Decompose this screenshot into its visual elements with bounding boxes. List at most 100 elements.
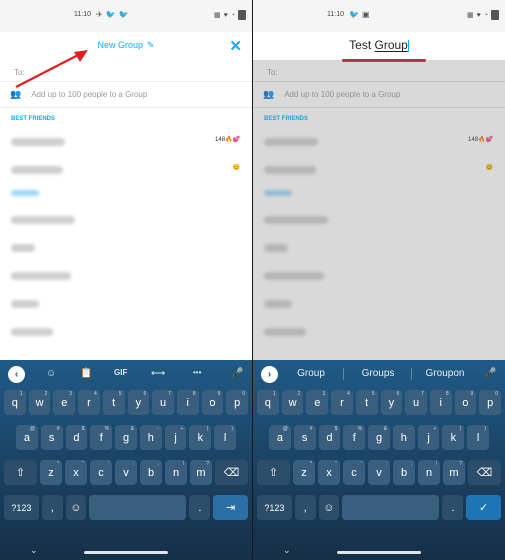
key-s[interactable]: s #	[40, 425, 63, 450]
key-u[interactable]: u7	[405, 390, 427, 415]
mic-icon[interactable]: 🎤	[231, 368, 243, 379]
key-x[interactable]: x "	[65, 460, 87, 485]
list-item[interactable]	[0, 206, 252, 234]
key-l[interactable]: l)	[467, 425, 490, 450]
period-key[interactable]: .	[189, 495, 211, 520]
key-s[interactable]: s #	[293, 425, 316, 450]
key-p[interactable]: p0	[479, 390, 502, 415]
chevron-left-icon[interactable]: ‹	[8, 366, 25, 383]
key-o[interactable]: o9	[454, 390, 477, 415]
done-key[interactable]: ✓	[466, 495, 501, 520]
key-r[interactable]: r4	[78, 390, 100, 415]
key-l[interactable]: l)	[214, 425, 237, 450]
chevron-down-icon[interactable]: ⌄	[283, 545, 291, 556]
list-item[interactable]: 148🔥💕	[253, 128, 505, 156]
key-a[interactable]: a @	[16, 425, 38, 450]
suggestion-1[interactable]: Group	[281, 368, 341, 379]
period-key[interactable]: .	[442, 495, 464, 520]
more-icon[interactable]: •••	[193, 368, 201, 377]
suggestion-2[interactable]: Groups	[348, 368, 408, 379]
list-item[interactable]	[0, 290, 252, 318]
key-a[interactable]: a @	[269, 425, 291, 450]
key-b[interactable]: b;	[140, 460, 162, 485]
key-i[interactable]: i8	[176, 390, 199, 415]
key-k[interactable]: k(	[442, 425, 465, 450]
chevron-right-icon[interactable]: ›	[261, 366, 278, 383]
key-c[interactable]: c '	[90, 460, 112, 485]
sticker-icon[interactable]: ☺	[46, 368, 56, 379]
key-q[interactable]: q1	[4, 390, 26, 415]
home-handle[interactable]	[84, 551, 168, 554]
key-g[interactable]: g &	[368, 425, 390, 450]
list-item[interactable]: 😊	[0, 156, 252, 184]
key-t[interactable]: t5	[355, 390, 378, 415]
pencil-icon[interactable]: ✎	[147, 40, 155, 51]
key-w[interactable]: w2	[281, 390, 304, 415]
translate-icon[interactable]: ⟷	[151, 368, 165, 379]
key-c[interactable]: c '	[343, 460, 365, 485]
gif-button[interactable]: GIF	[114, 368, 127, 377]
key-v[interactable]: v:	[368, 460, 390, 485]
key-e[interactable]: e3	[53, 390, 76, 415]
key-n[interactable]: n!	[165, 460, 187, 485]
tab-next-key[interactable]: ⇥	[213, 495, 248, 520]
key-w[interactable]: w2	[28, 390, 51, 415]
key-f[interactable]: f%	[343, 425, 366, 450]
key-e[interactable]: e3	[306, 390, 329, 415]
space-key[interactable]	[89, 495, 187, 520]
list-item[interactable]	[253, 318, 505, 346]
key-r[interactable]: r4	[331, 390, 353, 415]
space-key[interactable]	[342, 495, 440, 520]
key-f[interactable]: f%	[90, 425, 113, 450]
key-v[interactable]: v:	[115, 460, 137, 485]
home-handle[interactable]	[337, 551, 421, 554]
comma-key[interactable]: ,	[41, 495, 63, 520]
mic-icon[interactable]: 🎤	[484, 368, 496, 379]
list-item[interactable]	[253, 234, 505, 262]
key-j[interactable]: j +	[164, 425, 187, 450]
list-item[interactable]	[0, 318, 252, 346]
group-name-input[interactable]: Test Group	[253, 38, 505, 52]
list-item[interactable]	[253, 206, 505, 234]
key-m[interactable]: m?	[443, 460, 465, 485]
group-title[interactable]: New Group ✎	[0, 40, 252, 51]
key-h[interactable]: h-	[139, 425, 162, 450]
add-people-row[interactable]: 👥 Add up to 100 people to a Group	[0, 82, 252, 108]
emoji-key[interactable]: ☺	[65, 495, 87, 520]
list-item[interactable]	[253, 262, 505, 290]
add-people-row[interactable]: 👥 Add up to 100 people to a Group	[253, 82, 505, 108]
list-item[interactable]	[0, 262, 252, 290]
key-g[interactable]: g &	[115, 425, 137, 450]
key-i[interactable]: i8	[429, 390, 452, 415]
key-d[interactable]: d $	[318, 425, 341, 450]
key-u[interactable]: u7	[152, 390, 174, 415]
list-item[interactable]: 😊	[253, 156, 505, 184]
key-x[interactable]: x "	[318, 460, 340, 485]
key-k[interactable]: k(	[189, 425, 212, 450]
backspace-key[interactable]: ⌫	[215, 460, 248, 485]
key-b[interactable]: b;	[393, 460, 415, 485]
key-z[interactable]: z *	[40, 460, 62, 485]
close-icon[interactable]: ✕	[229, 37, 242, 55]
shift-key[interactable]: ⇧	[4, 460, 37, 485]
list-item[interactable]	[253, 290, 505, 318]
chevron-down-icon[interactable]: ⌄	[30, 545, 38, 556]
key-n[interactable]: n!	[418, 460, 440, 485]
list-item[interactable]: 148🔥💕	[0, 128, 252, 156]
key-t[interactable]: t5	[102, 390, 125, 415]
key-j[interactable]: j +	[417, 425, 440, 450]
key-z[interactable]: z *	[293, 460, 315, 485]
to-field[interactable]: To:	[253, 60, 505, 82]
key-p[interactable]: p0	[226, 390, 249, 415]
comma-key[interactable]: ,	[294, 495, 316, 520]
key-y[interactable]: y6	[380, 390, 403, 415]
shift-key[interactable]: ⇧	[257, 460, 290, 485]
key-d[interactable]: d $	[65, 425, 88, 450]
emoji-key[interactable]: ☺	[318, 495, 340, 520]
key-h[interactable]: h-	[392, 425, 415, 450]
key-q[interactable]: q1	[257, 390, 279, 415]
to-field[interactable]: To:	[0, 60, 252, 82]
key-o[interactable]: o9	[201, 390, 224, 415]
backspace-key[interactable]: ⌫	[468, 460, 501, 485]
symbols-key[interactable]: ?123	[4, 495, 39, 520]
